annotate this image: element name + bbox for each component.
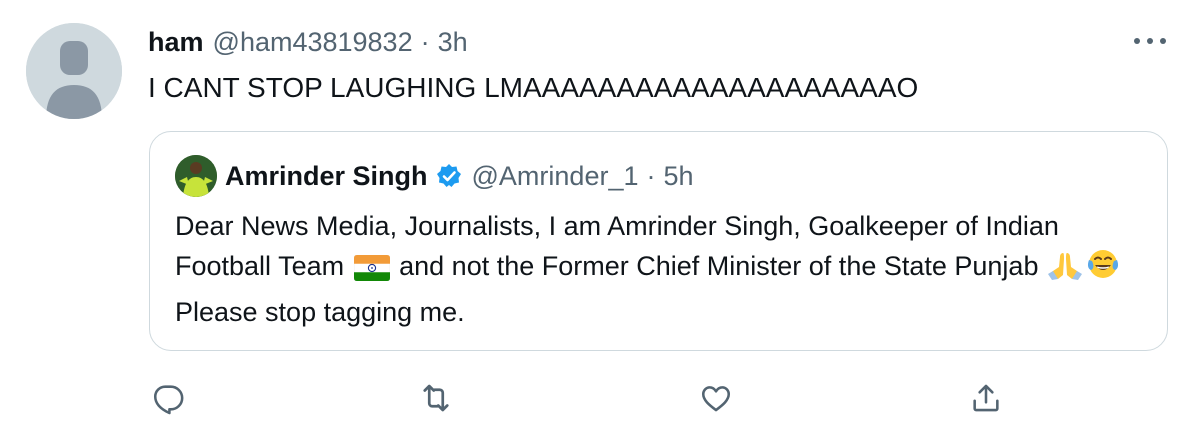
tweet-header: ham @ham43819832 · 3h	[148, 24, 468, 60]
quoted-tweet-text: Dear News Media, Journalists, I am Amrin…	[175, 206, 1150, 332]
like-icon[interactable]	[696, 378, 736, 418]
verified-badge-icon	[436, 163, 462, 189]
quoted-text-part3: Please stop tagging me.	[175, 297, 465, 327]
author-handle[interactable]: @ham43819832	[213, 27, 413, 58]
retweet-icon[interactable]	[416, 378, 456, 418]
quoted-tweet-timestamp[interactable]: 5h	[664, 161, 694, 192]
more-options-icon[interactable]	[1130, 28, 1170, 54]
quoted-text-part2: and not the Former Chief Minister of the…	[399, 251, 1039, 281]
default-avatar-icon	[26, 23, 122, 119]
quoted-author-avatar[interactable]	[175, 155, 217, 197]
folded-hands-emoji	[1047, 249, 1082, 292]
tweet-text: I CANT STOP LAUGHING LMAAAAAAAAAAAAAAAAA…	[148, 72, 919, 103]
share-icon[interactable]	[966, 378, 1006, 418]
quoted-author-handle[interactable]: @Amrinder_1	[472, 161, 639, 192]
india-flag-emoji	[353, 252, 390, 292]
author-avatar[interactable]	[26, 23, 122, 119]
separator-dot: ·	[420, 26, 430, 57]
quoted-tweet[interactable]: Amrinder Singh @Amrinder_1 · 5h Dear New…	[149, 131, 1168, 351]
quoted-author-name[interactable]: Amrinder Singh	[225, 161, 428, 192]
author-name[interactable]: ham	[148, 27, 204, 58]
tweet[interactable]: ham @ham43819832 · 3h I CANT STOP LAUGHI…	[0, 0, 1200, 443]
tears-of-joy-emoji	[1086, 247, 1120, 292]
reply-icon[interactable]	[148, 378, 188, 418]
separator-dot: ·	[646, 160, 656, 191]
tweet-timestamp[interactable]: 3h	[438, 27, 468, 58]
quoted-tweet-header: Amrinder Singh @Amrinder_1 · 5h	[225, 157, 694, 195]
tweet-actions	[148, 378, 1018, 418]
goalkeeper-avatar-icon	[175, 155, 217, 197]
